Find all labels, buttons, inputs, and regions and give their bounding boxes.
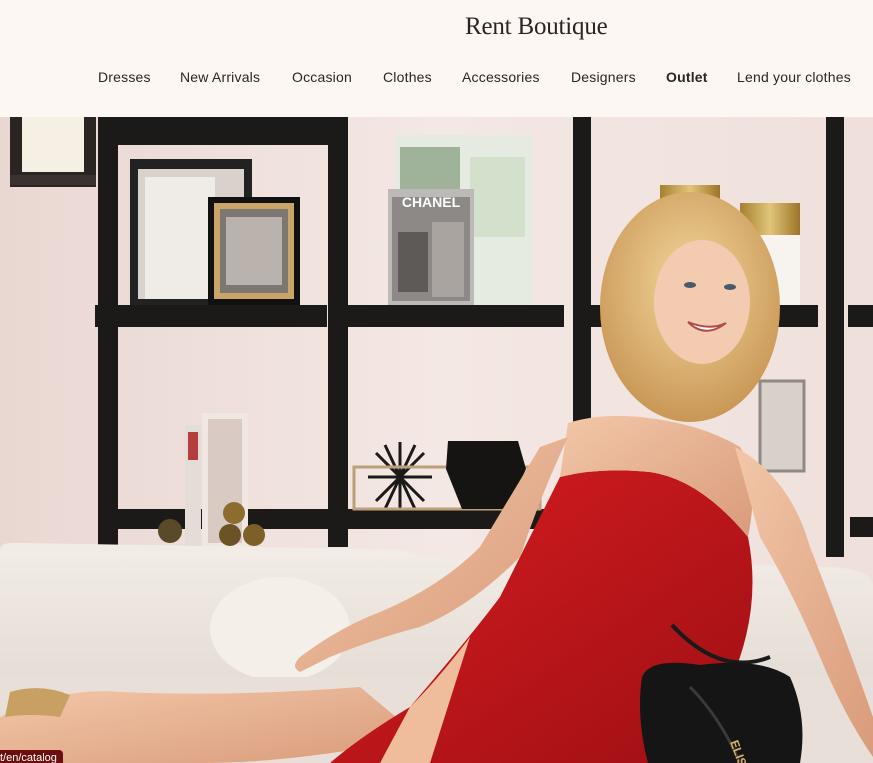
nav-item-accessories[interactable]: Accessories bbox=[462, 69, 540, 85]
nav-item-dresses[interactable]: Dresses bbox=[98, 69, 151, 85]
silver-frame bbox=[758, 379, 806, 473]
nav-item-outlet[interactable]: Outlet bbox=[666, 69, 708, 85]
hero-image: CHANEL ELISAB bbox=[0, 117, 873, 763]
lower-books bbox=[185, 413, 248, 547]
brand-logo[interactable]: Rent Boutique bbox=[465, 13, 608, 41]
hero-banner[interactable]: CHANEL ELISAB bbox=[0, 117, 873, 763]
nav-item-clothes[interactable]: Clothes bbox=[383, 69, 432, 85]
decor-starburst bbox=[368, 442, 432, 512]
wall-sconce bbox=[10, 117, 96, 187]
nav-item-new-arrivals[interactable]: New Arrivals bbox=[180, 69, 260, 85]
chanel-book: CHANEL bbox=[388, 135, 533, 305]
nav-item-occasion[interactable]: Occasion bbox=[292, 69, 352, 85]
book-title-text: CHANEL bbox=[402, 194, 461, 210]
main-nav: Dresses New Arrivals Occasion Clothes Ac… bbox=[0, 69, 873, 87]
nav-item-lend-your-clothes[interactable]: Lend your clothes bbox=[737, 69, 851, 85]
site-header: Rent Boutique Dresses New Arrivals Occas… bbox=[0, 0, 873, 117]
nav-item-designers[interactable]: Designers bbox=[571, 69, 636, 85]
status-bar-url: t/en/catalog bbox=[0, 750, 63, 763]
